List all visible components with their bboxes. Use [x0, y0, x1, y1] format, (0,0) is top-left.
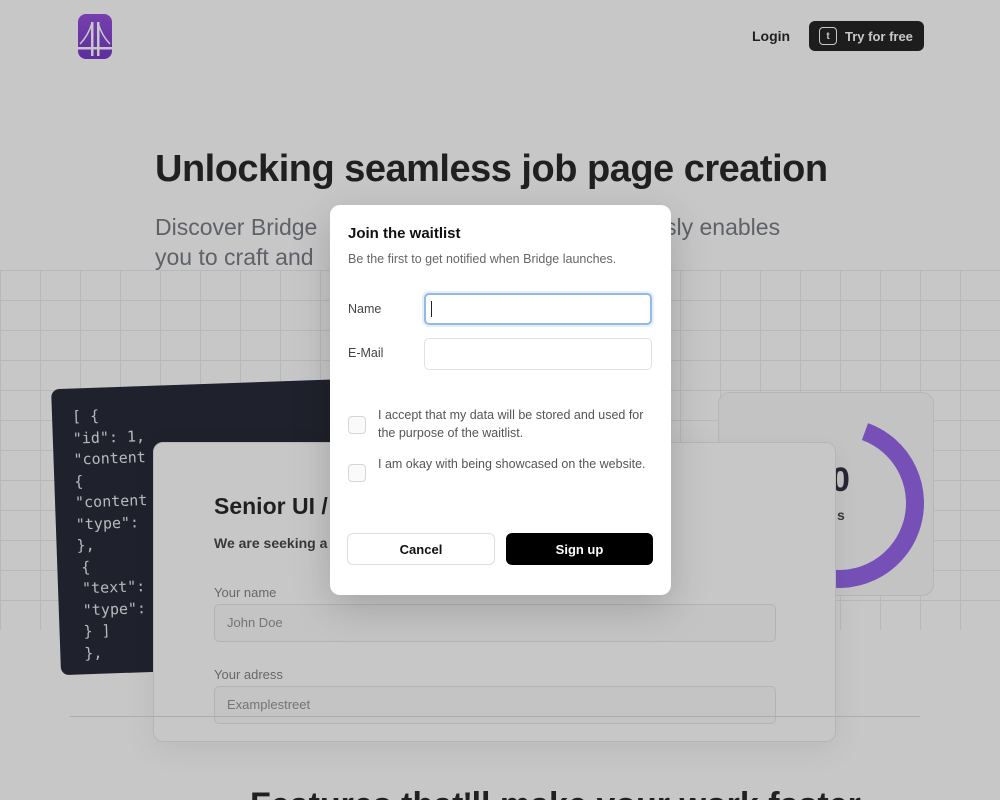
name-label: Name	[348, 302, 382, 316]
cancel-button[interactable]: Cancel	[347, 533, 495, 565]
showcase-consent-checkbox[interactable]	[348, 464, 366, 482]
email-label: E-Mail	[348, 346, 384, 360]
showcase-consent-text: I am okay with being showcased on the we…	[378, 457, 646, 471]
email-input[interactable]	[424, 338, 652, 370]
data-consent-checkbox[interactable]	[348, 416, 366, 434]
modal-title: Join the waitlist	[348, 225, 461, 242]
waitlist-modal: Join the waitlist Be the first to get no…	[330, 205, 671, 595]
data-consent-text: I accept that my data will be stored and…	[378, 408, 644, 440]
modal-subtitle: Be the first to get notified when Bridge…	[348, 252, 617, 266]
name-input[interactable]	[424, 293, 652, 325]
sign-up-button[interactable]: Sign up	[506, 533, 653, 565]
text-caret	[431, 301, 432, 317]
